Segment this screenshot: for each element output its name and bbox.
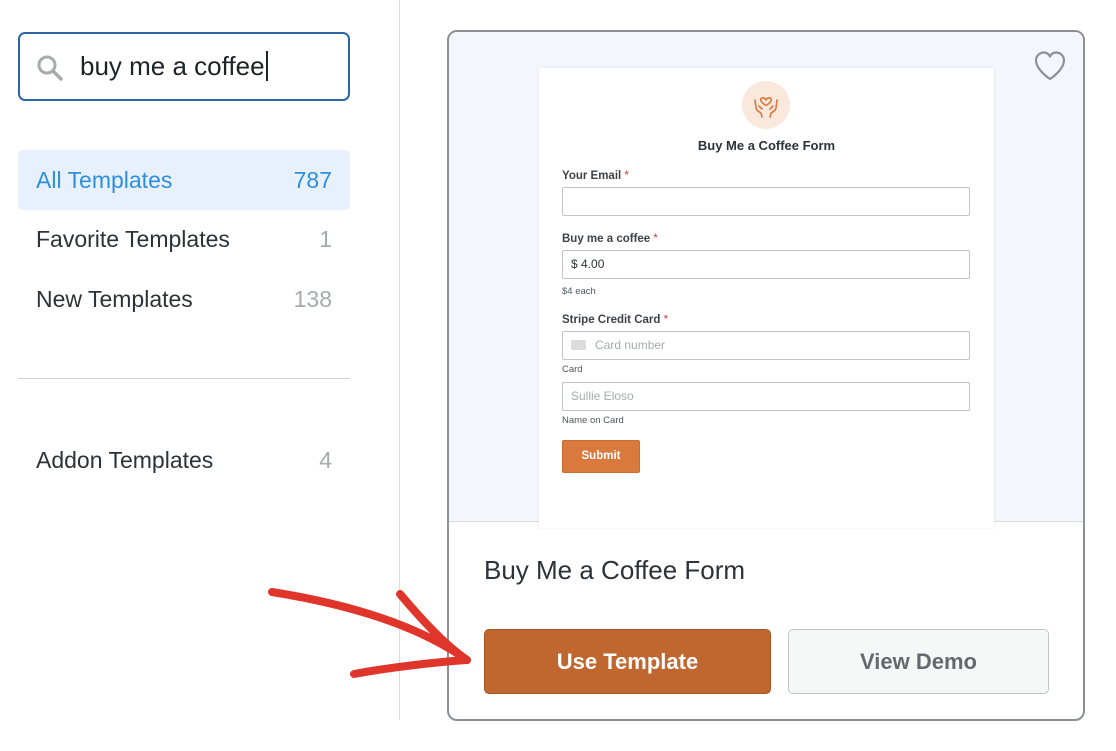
required-mark: *: [653, 233, 658, 245]
search-icon: [37, 55, 63, 81]
category-label: New Templates: [36, 285, 193, 312]
category-count: 1: [319, 225, 332, 252]
category-all-templates[interactable]: All Templates 787: [18, 150, 350, 210]
name-on-card-field: Sullie Eloso: [562, 382, 970, 411]
category-count: 787: [293, 166, 332, 193]
stripe-card-label: Stripe Credit Card *: [562, 314, 669, 326]
form-preview: Buy Me a Coffee Form Your Email * Buy me…: [539, 68, 994, 528]
email-field: [562, 187, 970, 216]
text-caret: [265, 51, 268, 82]
coffee-hint: $4 each: [562, 286, 596, 297]
use-template-button[interactable]: Use Template: [484, 629, 771, 694]
category-label: All Templates: [36, 166, 173, 193]
template-card[interactable]: Buy Me a Coffee Form Your Email * Buy me…: [447, 30, 1085, 721]
form-submit-button: Submit: [562, 440, 640, 473]
sidebar-divider: [18, 378, 350, 379]
category-count: 138: [293, 285, 332, 312]
category-new-templates[interactable]: New Templates 138: [18, 269, 350, 329]
view-demo-button[interactable]: View Demo: [788, 629, 1049, 694]
coffee-hands-icon: [754, 97, 778, 118]
search-input-value: buy me a coffee: [80, 34, 268, 99]
email-label: Your Email *: [562, 170, 629, 182]
category-label: Addon Templates: [36, 446, 214, 473]
template-name: Buy Me a Coffee Form: [484, 555, 746, 585]
category-addon-templates[interactable]: Addon Templates 4: [18, 430, 350, 490]
card-number-field: Card number: [562, 331, 970, 360]
category-favorite-templates[interactable]: Favorite Templates 1: [18, 209, 350, 269]
category-label: Favorite Templates: [36, 225, 230, 252]
column-divider: [399, 0, 400, 720]
form-logo: [742, 81, 790, 129]
name-on-card-sublabel: Name on Card: [562, 415, 624, 426]
category-count: 4: [319, 446, 332, 473]
required-mark: *: [624, 170, 629, 182]
template-preview: Buy Me a Coffee Form Your Email * Buy me…: [449, 32, 1083, 528]
form-preview-title: Buy Me a Coffee Form: [697, 138, 836, 153]
credit-card-icon: [571, 339, 586, 350]
required-mark: *: [663, 314, 669, 326]
heart-icon[interactable]: [1033, 50, 1067, 82]
card-sublabel: Card: [562, 364, 583, 375]
search-input[interactable]: buy me a coffee: [18, 32, 350, 101]
coffee-label: Buy me a coffee *: [562, 233, 658, 245]
coffee-amount-field: $ 4.00: [562, 250, 970, 279]
